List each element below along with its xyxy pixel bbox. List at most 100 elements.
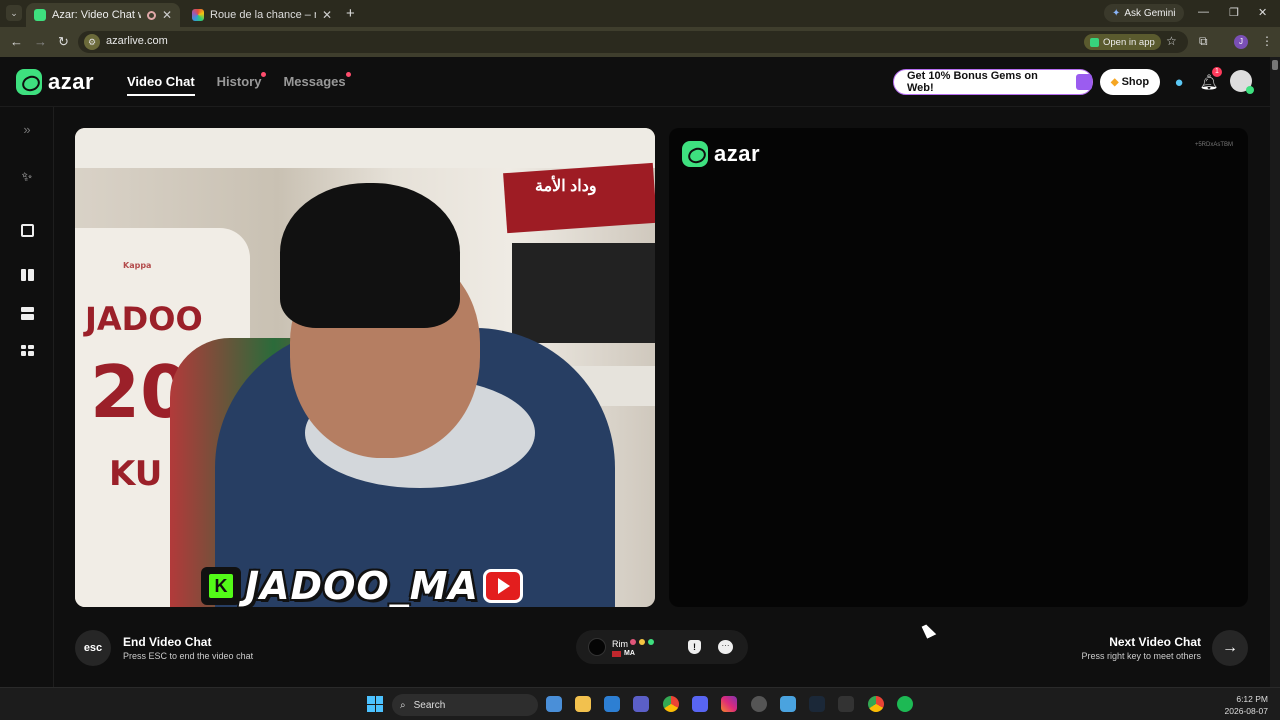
recording-icon	[146, 10, 156, 20]
search-label: Search	[413, 699, 446, 711]
browser-menu-icon[interactable]: ⋮	[1261, 34, 1273, 48]
kick-letter: K	[209, 574, 233, 598]
gem-icon: ◆	[1110, 76, 1119, 88]
clock-date: 2026-08-07	[1224, 706, 1268, 716]
chrome-icon[interactable]	[663, 696, 679, 712]
tab-roue[interactable]: Roue de la chance – roue aléat ✕	[184, 3, 340, 27]
bell-icon[interactable]: 🔔︎ 1	[1198, 67, 1222, 93]
scarf-text: وداد الأمة	[535, 178, 597, 195]
effect-icon[interactable]	[17, 220, 37, 240]
notification-badge: 1	[1212, 67, 1222, 77]
app-header: azar Video Chat History Messages Get 10%…	[0, 57, 1270, 107]
app-icon	[1090, 37, 1099, 47]
open-in-app-button[interactable]: Open in app	[1084, 34, 1161, 50]
local-video: وداد الأمة Kappa JADOO 20 KU K JADOO_MA	[75, 128, 655, 607]
restore-icon[interactable]: ❐	[1229, 6, 1239, 19]
main-nav: Video Chat History Messages	[127, 72, 351, 96]
jersey-name: JADOO	[85, 300, 203, 338]
azar-watermark-text: azar	[714, 141, 761, 166]
bonus-gems-button[interactable]: Get 10% Bonus Gems on Web!	[893, 69, 1093, 95]
shop-button[interactable]: ◆ Shop	[1100, 69, 1160, 95]
bookmark-star-icon[interactable]: ☆	[1166, 34, 1177, 48]
back-icon[interactable]: ←	[10, 34, 23, 49]
outlook-icon[interactable]	[604, 696, 620, 712]
end-chat-subtitle: Press ESC to end the video chat	[123, 651, 254, 661]
next-chat-subtitle: Press right key to meet others	[1081, 651, 1201, 661]
browser-profile-avatar[interactable]: J	[1234, 35, 1248, 49]
partner-avatar[interactable]	[588, 638, 606, 656]
close-window-icon[interactable]: ✕	[1258, 6, 1267, 19]
site-info-icon[interactable]: ⚙	[84, 34, 100, 50]
tab-title: Roue de la chance – roue aléat	[210, 9, 316, 21]
wheel-favicon-icon	[192, 9, 204, 21]
scrollbar-thumb[interactable]	[1272, 60, 1278, 70]
streamer-name: JADOO_MA	[245, 564, 479, 607]
store-icon[interactable]	[633, 696, 649, 712]
ceiling	[75, 128, 655, 168]
new-tab-button[interactable]: +	[346, 5, 355, 22]
tab-list-button[interactable]: ⌄	[6, 5, 22, 21]
partner-tags	[630, 639, 654, 645]
tab-azar[interactable]: Azar: Video Chat with New ✕	[26, 3, 180, 27]
forward-icon[interactable]: →	[34, 34, 47, 49]
nav-messages-label: Messages	[283, 74, 346, 89]
chat-icon[interactable]: ···	[718, 640, 733, 654]
instagram-icon[interactable]	[721, 696, 737, 712]
end-chat-title: End Video Chat	[123, 635, 212, 649]
close-tab-icon[interactable]: ✕	[322, 8, 332, 22]
file-explorer-icon[interactable]	[575, 696, 591, 712]
app-icon[interactable]	[838, 696, 854, 712]
gemini-icon: ✦	[1112, 7, 1121, 19]
mouse-cursor-icon	[921, 622, 937, 639]
address-bar-row: ← → ↻ ⚙ azarlive.com Open in app ☆	[0, 27, 1280, 57]
azar-logo[interactable]: azar	[16, 69, 94, 95]
url-text[interactable]: azarlive.com	[106, 35, 168, 47]
kick-logo-icon: K	[201, 567, 241, 605]
partner-country-code: MA	[624, 650, 635, 657]
layout-side-by-side-icon[interactable]	[17, 265, 37, 285]
arrow-right-icon: →	[1222, 639, 1238, 656]
report-shield-icon[interactable]: !	[688, 640, 701, 654]
app-icon[interactable]	[780, 696, 796, 712]
ask-gemini-label: Ask Gemini	[1124, 7, 1176, 19]
spotify-icon[interactable]	[897, 696, 913, 712]
expand-sidebar-icon[interactable]: »	[17, 119, 37, 139]
system-clock[interactable]: 6:12 PM 2026-08-07	[1218, 693, 1268, 717]
end-chat-button[interactable]: esc	[75, 630, 111, 666]
taskbar-search[interactable]: ⌕ Search	[392, 694, 538, 716]
nav-video-chat[interactable]: Video Chat	[127, 74, 195, 96]
nav-history[interactable]: History	[217, 72, 267, 96]
ask-gemini-button[interactable]: ✦ Ask Gemini	[1104, 4, 1184, 22]
chrome-active-icon[interactable]	[868, 696, 884, 712]
user-avatar[interactable]	[1230, 70, 1254, 94]
remote-video: azar +5RDxAsTBM	[669, 128, 1248, 607]
chat-bubble-icon[interactable]: ●	[1168, 71, 1190, 93]
magic-wand-icon[interactable]: ✨︎	[17, 167, 37, 187]
layout-stacked-icon[interactable]	[17, 303, 37, 323]
windows-taskbar: ⌕ Search 6:12 PM 2026-08-07	[0, 687, 1280, 720]
reload-icon[interactable]: ↻	[58, 34, 69, 50]
obs-icon[interactable]	[751, 696, 767, 712]
tag-icon	[630, 639, 636, 645]
omnibox[interactable]: ⚙ azarlive.com Open in app ☆	[78, 31, 1188, 53]
partner-info-pill: Rim MA ! ···	[576, 630, 748, 664]
nav-messages[interactable]: Messages	[283, 72, 351, 96]
scrollbar[interactable]	[1270, 57, 1280, 687]
minimize-icon[interactable]: —	[1198, 6, 1209, 18]
discord-icon[interactable]	[692, 696, 708, 712]
layout-grid-icon[interactable]	[17, 340, 37, 360]
tab-title: Azar: Video Chat with New	[52, 9, 141, 21]
windows-start-icon[interactable]	[367, 696, 383, 712]
close-tab-icon[interactable]: ✕	[162, 8, 172, 22]
next-chat-button[interactable]: →	[1212, 630, 1248, 666]
widgets-icon[interactable]	[546, 696, 562, 712]
streamer-overlay: K JADOO_MA	[201, 564, 523, 607]
steam-icon[interactable]	[809, 696, 825, 712]
notification-dot	[345, 72, 351, 77]
browser-tab-bar: ⌄ Azar: Video Chat with New ✕ Roue de la…	[0, 0, 1280, 27]
gift-icon	[1076, 74, 1092, 90]
beanie	[280, 183, 460, 328]
partner-country: MA	[612, 650, 635, 657]
open-in-app-label: Open in app	[1103, 36, 1155, 48]
extensions-icon[interactable]: ⧉	[1199, 34, 1208, 49]
